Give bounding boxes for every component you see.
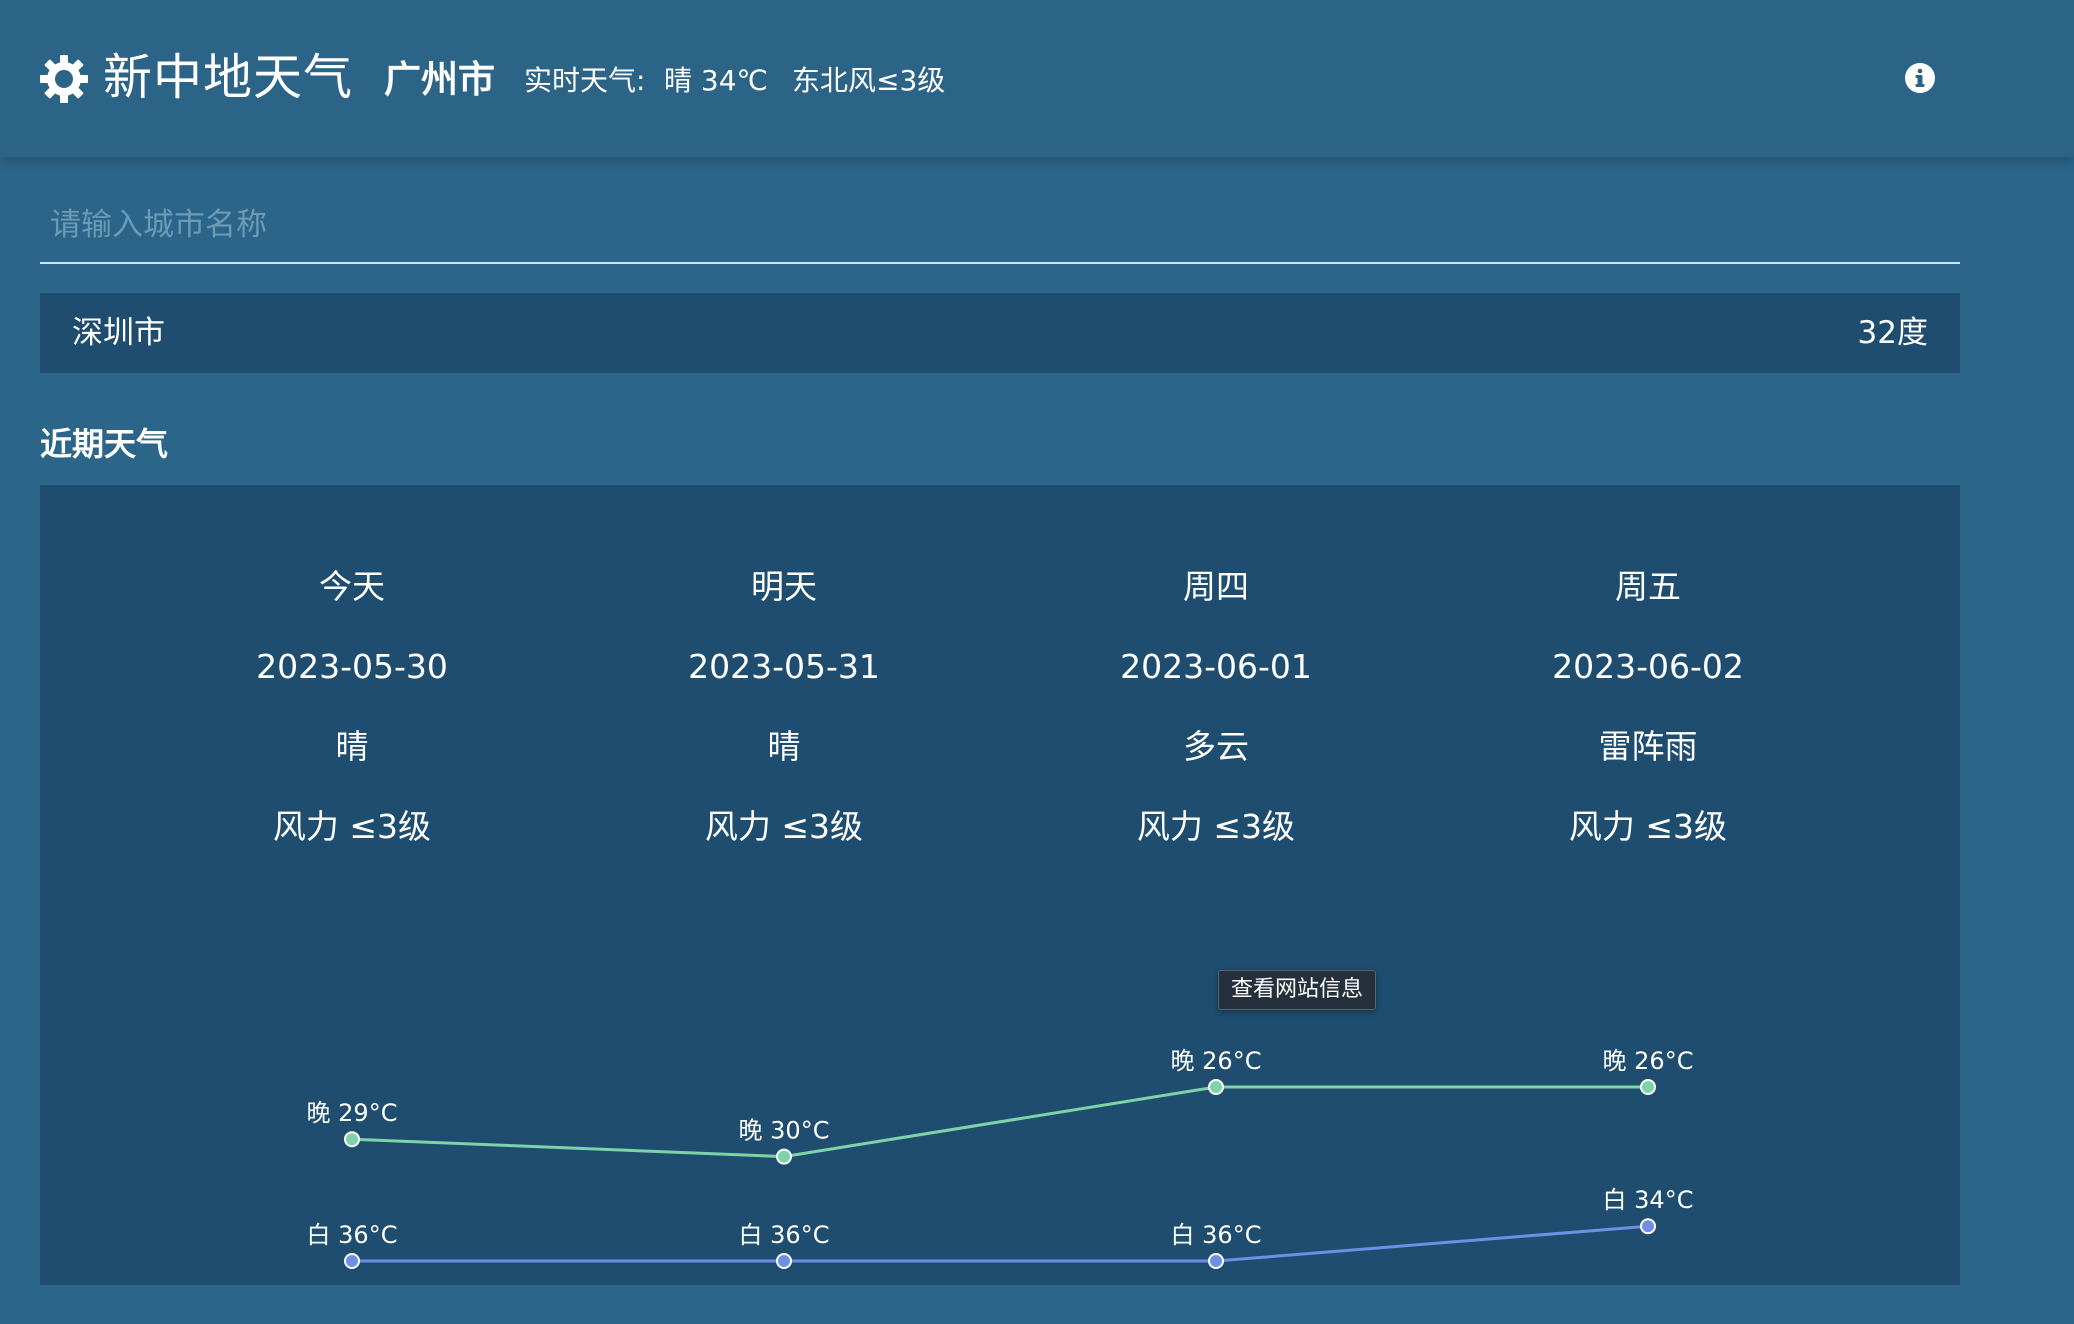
data-point[interactable] xyxy=(344,1131,360,1148)
sun-gear-icon xyxy=(40,55,88,103)
day-weather: 晴 xyxy=(767,727,801,766)
day-wind: 风力 ≤3级 xyxy=(1568,807,1728,846)
day-date: 2023-06-02 xyxy=(1552,647,1744,686)
day-weather: 雷阵雨 xyxy=(1598,727,1698,766)
realtime-weather-label: 实时天气: xyxy=(524,64,646,97)
day-label: 周五 xyxy=(1615,567,1681,606)
data-point[interactable] xyxy=(1208,1079,1224,1095)
data-point[interactable] xyxy=(1208,1253,1224,1269)
day-label: 周四 xyxy=(1183,567,1249,606)
result-city: 深圳市 xyxy=(72,315,165,351)
day-wind: 风力 ≤3级 xyxy=(1136,807,1296,846)
data-point[interactable] xyxy=(776,1148,792,1165)
info-icon[interactable] xyxy=(1904,62,1936,94)
day-date: 2023-05-31 xyxy=(688,647,880,686)
realtime-wind: 东北风≤3级 xyxy=(792,64,946,97)
section-title-recent-weather: 近期天气 xyxy=(40,425,169,463)
data-point[interactable] xyxy=(1640,1218,1656,1235)
day-label: 明天 xyxy=(751,567,817,606)
search-bar xyxy=(40,190,1960,264)
site-info-tooltip: 查看网站信息 xyxy=(1218,970,1377,1010)
data-point[interactable] xyxy=(776,1253,792,1269)
day-weather: 多云 xyxy=(1183,727,1249,766)
day-date: 2023-05-30 xyxy=(256,647,448,686)
day-wind: 风力 ≤3级 xyxy=(704,807,864,846)
day-wind: 风力 ≤3级 xyxy=(272,807,432,846)
day-weather: 晴 xyxy=(335,727,369,766)
data-point[interactable] xyxy=(344,1253,360,1269)
result-temp: 32度 xyxy=(1857,315,1928,351)
data-point[interactable] xyxy=(1640,1079,1656,1095)
city-search-input[interactable] xyxy=(40,190,1960,260)
search-result-item[interactable]: 深圳市 32度 xyxy=(40,293,1960,373)
app-header: 新中地天气 广州市 实时天气: 晴 34℃ 东北风≤3级 xyxy=(0,0,2074,157)
day-date: 2023-06-01 xyxy=(1120,647,1312,686)
current-city: 广州市 xyxy=(384,58,495,101)
forecast-panel: 今天 2023-05-30 晴 风力 ≤3级 明天 2023-05-31 晴 风… xyxy=(40,485,1960,1285)
realtime-weather-value: 晴 34℃ xyxy=(664,64,768,97)
app-title: 新中地天气 xyxy=(103,49,354,106)
day-label: 今天 xyxy=(319,567,385,606)
